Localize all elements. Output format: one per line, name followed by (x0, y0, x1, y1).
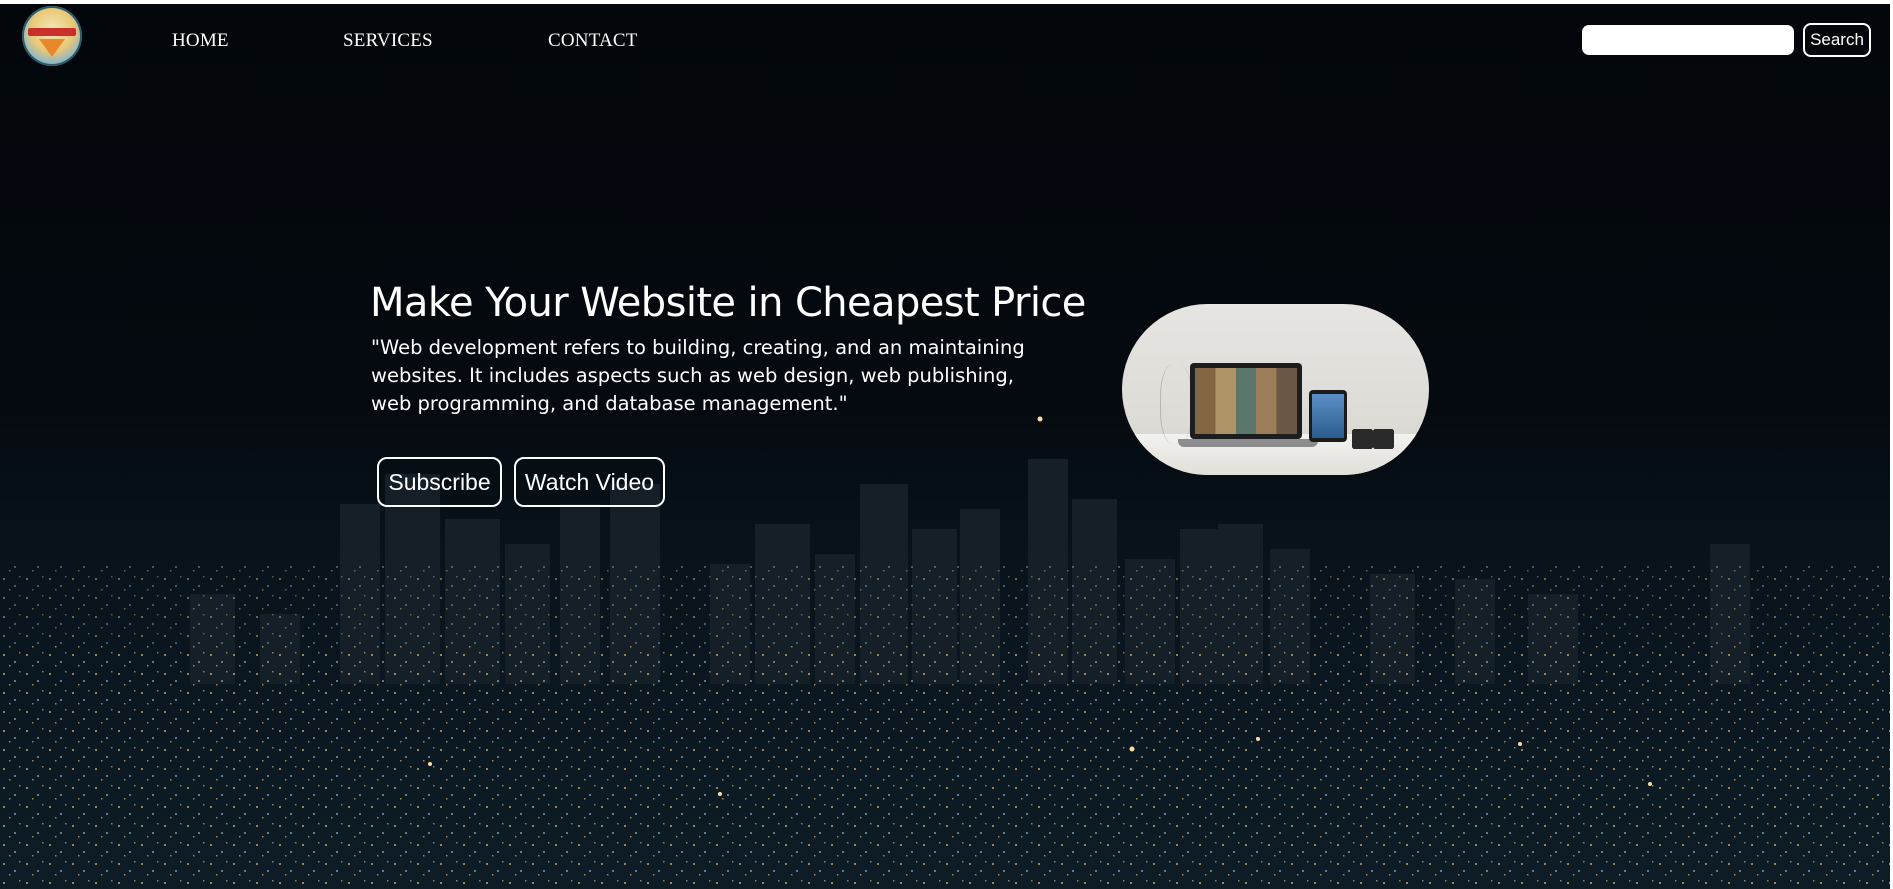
hero-description: "Web development refers to building, cre… (371, 336, 1025, 415)
tablet-icon (1309, 390, 1347, 442)
laptop-icon (1190, 363, 1302, 439)
search-button[interactable]: Search (1803, 23, 1871, 57)
watch-video-button[interactable]: Watch Video (514, 457, 665, 507)
headphones-icon (1352, 429, 1394, 449)
nav-link-services[interactable]: SERVICES (343, 30, 433, 52)
subscribe-button[interactable]: Subscribe (377, 457, 502, 507)
vase-decoration (1160, 364, 1192, 444)
hero-image (1122, 304, 1429, 475)
brand-logo-icon[interactable] (22, 6, 82, 66)
logo-wordmark (28, 28, 76, 36)
nav-link-home[interactable]: HOME (172, 30, 229, 52)
laptop-base (1178, 439, 1318, 447)
nav-link-contact[interactable]: CONTACT (548, 30, 638, 52)
search-input[interactable] (1582, 25, 1794, 55)
city-skyline-background (0, 416, 1890, 889)
hero-page: HOME SERVICES CONTACT Search Make Your W… (0, 4, 1890, 889)
hero-title: Make Your Website in Cheapest Price (370, 280, 1086, 326)
logo-triangle-icon (39, 39, 65, 57)
